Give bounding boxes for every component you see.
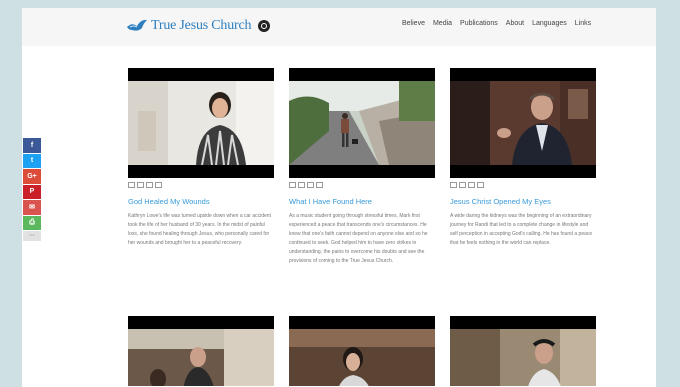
facebook-icon[interactable]: f <box>23 138 41 153</box>
share-icon[interactable] <box>289 182 296 188</box>
video-frame-man <box>450 81 596 165</box>
share-icon[interactable] <box>155 182 162 188</box>
twitter-icon[interactable]: t <box>23 153 41 168</box>
share-icon[interactable] <box>298 182 305 188</box>
video-frame-street <box>289 81 435 165</box>
google-plus-icon[interactable]: G+ <box>23 169 41 184</box>
nav-media[interactable]: Media <box>433 20 452 27</box>
search-icon[interactable] <box>258 20 271 32</box>
nav-publications[interactable]: Publications <box>460 20 498 27</box>
email-icon[interactable]: ✉ <box>23 200 41 215</box>
nav-about[interactable]: About <box>506 20 524 27</box>
card-title[interactable]: What I Have Found Here <box>289 197 435 206</box>
nav-links[interactable]: Links <box>575 20 591 27</box>
print-icon[interactable]: ⎙ <box>23 215 41 230</box>
pinterest-icon[interactable]: P <box>23 184 41 199</box>
share-icon[interactable] <box>316 182 323 188</box>
share-icon[interactable] <box>146 182 153 188</box>
card-description: Kathryn Lowe's life was turned upside do… <box>128 213 271 246</box>
share-icons <box>128 182 274 189</box>
nav-believe[interactable]: Believe <box>402 20 425 27</box>
video-card: God Healed My Wounds Kathryn Lowe's life… <box>128 68 274 248</box>
video-card: What I Have Found Here As a music studen… <box>289 68 435 266</box>
video-card: Jesus Christ Opened My Eyes A wide darin… <box>450 68 596 248</box>
video-frame-man-office <box>450 329 596 386</box>
video-frame-speaker <box>128 329 274 386</box>
video-thumbnail[interactable] <box>450 68 596 178</box>
share-icon[interactable] <box>468 182 475 188</box>
video-frame-woman-indoor <box>289 329 435 386</box>
share-icon[interactable] <box>477 182 484 188</box>
logo-text: True Jesus Church <box>151 18 252 33</box>
share-icon[interactable] <box>128 182 135 188</box>
page: True Jesus Church Believe Media Publicat… <box>22 8 656 387</box>
social-share-bar: f t G+ P ✉ ⎙ ··· <box>23 138 41 242</box>
share-icon[interactable] <box>137 182 144 188</box>
header-bar: True Jesus Church Believe Media Publicat… <box>22 8 656 46</box>
share-icons <box>289 182 435 189</box>
video-thumbnail[interactable] <box>289 316 435 386</box>
site-logo[interactable]: True Jesus Church <box>126 16 271 36</box>
nav-languages[interactable]: Languages <box>532 20 567 27</box>
video-thumbnail[interactable] <box>450 316 596 386</box>
dove-icon <box>127 19 147 31</box>
main-nav: Believe Media Publications About Languag… <box>402 20 599 27</box>
share-icon[interactable] <box>307 182 314 188</box>
video-frame-woman <box>128 81 274 165</box>
share-icon[interactable] <box>450 182 457 188</box>
card-description: As a music student going through stressf… <box>289 213 428 264</box>
share-icons <box>450 182 596 189</box>
card-title[interactable]: Jesus Christ Opened My Eyes <box>450 197 596 206</box>
video-thumbnail[interactable] <box>128 68 274 178</box>
more-icon[interactable]: ··· <box>23 231 41 241</box>
share-icon[interactable] <box>459 182 466 188</box>
video-thumbnail[interactable] <box>289 68 435 178</box>
video-thumbnail[interactable] <box>128 316 274 386</box>
card-title[interactable]: God Healed My Wounds <box>128 197 274 206</box>
card-description: A wide daring the kidneys was the beginn… <box>450 213 593 246</box>
